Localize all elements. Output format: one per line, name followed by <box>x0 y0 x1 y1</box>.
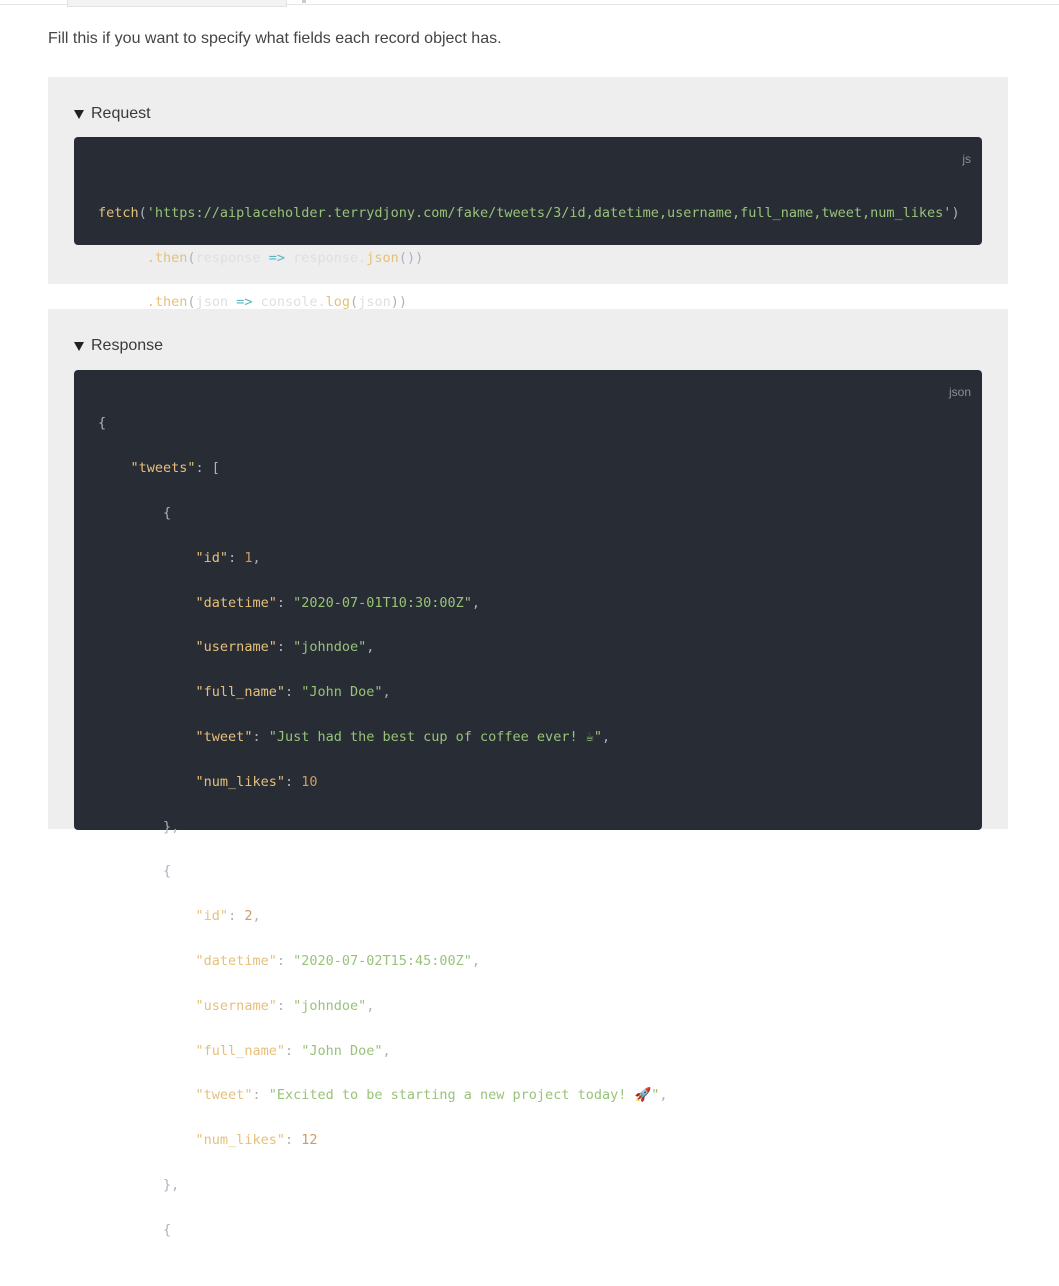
input-remnant[interactable] <box>67 0 287 7</box>
code-line: { <box>163 1221 172 1238</box>
json-value: "johndoe" <box>293 639 367 656</box>
response-panel: Response json { "tweets": [ { "id": 1, "… <box>48 309 1008 1238</box>
json-value: 10 <box>301 773 318 790</box>
disclosure-triangle-icon <box>74 110 84 119</box>
json-key: "full_name" <box>195 684 285 701</box>
json-value: 2 <box>244 908 253 925</box>
json-value: "2020-07-02T15:45:00Z" <box>293 952 472 969</box>
code-line: { <box>98 415 107 432</box>
code-call: response. <box>293 249 367 266</box>
json-value: "johndoe" <box>293 997 367 1014</box>
code-line: { <box>163 505 172 521</box>
top-strip <box>0 0 1059 7</box>
code-line: "tweets": [ <box>130 460 220 477</box>
code-url: 'https://aiplaceholder.terrydjony.com/fa… <box>146 204 952 221</box>
json-key: "username" <box>195 997 277 1014</box>
code-line: }, <box>163 1176 180 1193</box>
response-label: Response <box>91 337 164 354</box>
code-arg: response <box>195 249 261 266</box>
code-fn: log <box>325 294 351 311</box>
code-then: .then <box>146 294 188 311</box>
response-lang-tag: json <box>948 385 971 399</box>
json-lines: { "tweets": [ { "id": 1, "datetime": "20… <box>98 390 668 1286</box>
code-line: }, <box>163 818 180 835</box>
code-fn: json <box>366 249 399 266</box>
json-key: "id" <box>195 908 229 925</box>
code-line: "tweet": "Excited to be starting a new p… <box>195 1087 668 1104</box>
json-key: "id" <box>195 549 229 566</box>
json-key: "num_likes" <box>195 1132 285 1149</box>
code-line: "username": "johndoe", <box>195 997 375 1014</box>
response-code-block: json { "tweets": [ { "id": 1, "datetime"… <box>74 370 982 1238</box>
json-value: "John Doe" <box>301 1042 383 1059</box>
code-then: .then <box>146 249 188 266</box>
json-value: "John Doe" <box>301 684 383 701</box>
json-key: "tweet" <box>195 728 253 745</box>
code-line: "full_name": "John Doe", <box>195 684 391 701</box>
remnant-mark <box>302 0 306 3</box>
request-panel: Request js fetch('https://aiplaceholder.… <box>48 77 1008 310</box>
code-line: fetch('https://aiplaceholder.terrydjony.… <box>98 204 960 221</box>
code-arg: json <box>195 294 229 311</box>
code-line: "datetime": "2020-07-01T10:30:00Z", <box>195 594 481 611</box>
fields-description: Fill this if you want to specify what fi… <box>48 30 502 47</box>
request-toggle[interactable]: Request <box>74 105 151 123</box>
code-line: "full_name": "John Doe", <box>195 1042 391 1059</box>
code-line: "num_likes": 12 <box>195 1132 318 1149</box>
code-line: .then(response => response.json()) <box>146 249 424 266</box>
code-param: json <box>358 294 391 311</box>
code-line: "username": "johndoe", <box>195 639 375 656</box>
json-key: "datetime" <box>195 952 277 969</box>
request-label: Request <box>91 105 151 122</box>
code-line: "datetime": "2020-07-02T15:45:00Z", <box>195 952 481 969</box>
code-line: "id": 2, <box>195 908 261 925</box>
request-code-block: js fetch('https://aiplaceholder.terrydjo… <box>74 137 982 310</box>
disclosure-triangle-icon <box>74 342 84 351</box>
json-key: "datetime" <box>195 594 277 611</box>
json-value: "Excited to be starting a new project to… <box>268 1087 660 1104</box>
code-line: "tweet": "Just had the best cup of coffe… <box>195 728 611 745</box>
json-key: "username" <box>195 639 277 656</box>
json-key: "tweet" <box>195 1087 253 1104</box>
code-line: "num_likes": 10 <box>195 773 318 790</box>
request-lang-tag: js <box>962 152 971 166</box>
code-call: console. <box>260 294 326 311</box>
code-line: "id": 1, <box>195 549 261 566</box>
json-value: 12 <box>301 1132 318 1149</box>
json-key: "tweets" <box>130 460 196 477</box>
json-value: "2020-07-01T10:30:00Z" <box>293 594 472 611</box>
json-value: "Just had the best cup of coffee ever! ☕… <box>268 728 602 745</box>
json-key: "num_likes" <box>195 773 285 790</box>
code-fetch: fetch <box>98 204 139 221</box>
code-line: { <box>163 863 172 880</box>
response-toggle[interactable]: Response <box>74 337 163 355</box>
json-key: "full_name" <box>195 1042 285 1059</box>
